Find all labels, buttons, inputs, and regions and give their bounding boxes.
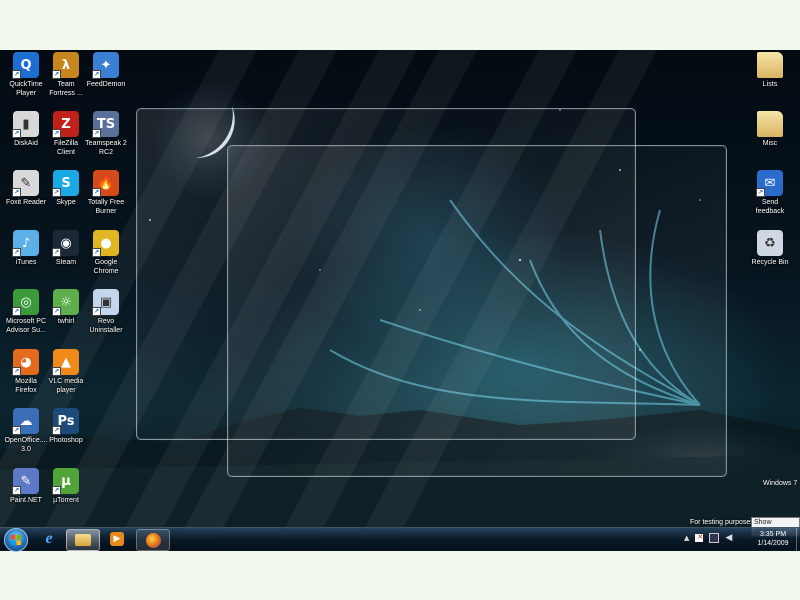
desktop-icon[interactable]: TS ↗ Teamspeak 2 RC2 <box>82 111 130 157</box>
desktop-icon-label: Send feedback <box>755 199 785 215</box>
photoshop-icon: Ps ↗ <box>52 408 79 435</box>
desktop-icon-label: Photoshop <box>49 437 83 444</box>
shortcut-arrow-icon: ↗ <box>12 486 21 495</box>
itunes-icon: ♪ ↗ <box>12 230 39 257</box>
desktop-icon[interactable]: ✉ ↗ Send feedback <box>746 170 794 216</box>
vlc-icon: ▲ ↗ <box>52 349 79 376</box>
openoffice-icon: ☁ ↗ <box>12 408 39 435</box>
desktop-icon[interactable]: ▲ ↗ VLC media player <box>42 349 90 395</box>
shortcut-arrow-icon: ↗ <box>92 70 101 79</box>
skype-icon: S ↗ <box>52 170 79 197</box>
shortcut-arrow-icon: ↗ <box>12 129 21 138</box>
desktop-icon-label: Recycle Bin <box>751 259 789 266</box>
foxit-reader-icon: ✎ ↗ <box>12 170 39 197</box>
feeddemon-icon: ✦ ↗ <box>92 52 119 79</box>
taskbar-clock[interactable]: 3:35 PM 1/14/2009 <box>750 530 796 548</box>
network-icon[interactable] <box>709 533 720 543</box>
team-fortress-icon: λ ↗ <box>52 52 79 79</box>
shortcut-arrow-icon: ↗ <box>12 426 21 435</box>
shortcut-arrow-icon: ↗ <box>52 367 61 376</box>
send-feedback-icon: ✉ ↗ <box>756 170 783 197</box>
desktop[interactable]: Q ↗ QuickTime Player λ ↗ Team Fortress ... ✦ ↗ F… <box>0 50 800 550</box>
desktop-icon-label: Teamspeak 2 RC2 <box>85 140 127 156</box>
watermark-windows-version: Windows 7 <box>763 480 798 487</box>
explorer-icon <box>75 534 91 546</box>
windows-logo-icon <box>11 535 21 545</box>
revo-icon: ▣ ↗ <box>92 289 119 316</box>
clock-date: 1/14/2009 <box>757 540 789 547</box>
ie-icon: e <box>45 530 53 547</box>
watermark-testing: For testing purposes <box>690 519 754 526</box>
desktop-icon-label: µTorrent <box>53 497 79 504</box>
desktop-icon-label: Revo Uninstaller <box>89 318 123 334</box>
steam-icon: ◉ ↗ <box>52 230 79 257</box>
shortcut-arrow-icon: ↗ <box>52 248 61 257</box>
teamspeak-icon: TS ↗ <box>92 111 119 138</box>
shortcut-arrow-icon: ↗ <box>12 367 21 376</box>
start-button[interactable] <box>4 528 28 552</box>
shortcut-arrow-icon: ↗ <box>52 486 61 495</box>
shortcut-arrow-icon: ↗ <box>52 307 61 316</box>
desktop-icon[interactable]: µ ↗ µTorrent <box>42 468 90 506</box>
desktop-icon[interactable]: Lists <box>746 52 794 90</box>
shortcut-arrow-icon: ↗ <box>52 70 61 79</box>
desktop-icon-label: VLC media player <box>48 378 84 394</box>
system-tray: ▲ ✕ ◀ <box>684 533 732 543</box>
shortcut-arrow-icon: ↗ <box>92 248 101 257</box>
clock-time: 3:35 PM <box>759 531 787 538</box>
shortcut-arrow-icon: ↗ <box>12 188 21 197</box>
shortcut-arrow-icon: ↗ <box>52 129 61 138</box>
recycle-bin-icon: ♻ <box>757 230 783 256</box>
paintnet-icon: ✎ ↗ <box>12 468 39 495</box>
desktop-icon-label: FeedDemon <box>86 81 126 88</box>
taskbar-explorer-button[interactable] <box>66 529 100 551</box>
desktop-icon-label: Lists <box>762 81 778 88</box>
desktop-icon-label: Misc <box>762 140 778 147</box>
pc-advisor-icon: ◎ ↗ <box>12 289 39 316</box>
desktop-icon[interactable]: ● ↗ Google Chrome <box>82 230 130 276</box>
desktop-icon[interactable]: ▣ ↗ Revo Uninstaller <box>82 289 130 335</box>
shortcut-arrow-icon: ↗ <box>92 129 101 138</box>
show-hidden-icons-icon[interactable]: ▲ <box>684 534 689 542</box>
desktop-icon-label: Totally Free Burner <box>87 199 125 215</box>
folder-misc-icon <box>757 111 783 137</box>
utorrent-icon: µ ↗ <box>52 468 79 495</box>
show-desktop-button[interactable] <box>796 528 800 551</box>
shortcut-arrow-icon: ↗ <box>52 188 61 197</box>
action-center-icon[interactable]: ✕ <box>695 533 704 542</box>
firefox-icon <box>145 532 161 548</box>
folder-lists-icon <box>757 52 783 78</box>
desktop-icon[interactable]: Misc <box>746 111 794 149</box>
shortcut-arrow-icon: ↗ <box>92 307 101 316</box>
desktop-icon[interactable]: ♻ Recycle Bin <box>746 230 794 268</box>
twhirl-icon: ☼ ↗ <box>52 289 79 316</box>
taskbar-firefox-button[interactable] <box>136 529 170 551</box>
desktop-icon[interactable]: Ps ↗ Photoshop <box>42 408 90 446</box>
shortcut-arrow-icon: ↗ <box>92 188 101 197</box>
chrome-icon: ● ↗ <box>92 230 119 257</box>
desktop-icon[interactable]: ✦ ↗ FeedDemon <box>82 52 130 90</box>
taskbar: e ▶ ▲ ✕ ◀ 3:35 PM 1/14/2009 <box>0 527 800 552</box>
media-player-icon: ▶ <box>110 532 124 546</box>
taskbar-ie-button[interactable]: e <box>34 529 64 549</box>
filezilla-icon: Z ↗ <box>52 111 79 138</box>
shortcut-arrow-icon: ↗ <box>756 188 765 197</box>
shortcut-arrow-icon: ↗ <box>12 307 21 316</box>
desktop-icon-label: Google Chrome <box>93 259 119 275</box>
desktop-icon[interactable]: 🔥 ↗ Totally Free Burner <box>82 170 130 216</box>
aero-peek-window-outline-2 <box>227 145 727 477</box>
firefox-icon: ◕ ↗ <box>12 349 39 376</box>
shortcut-arrow-icon: ↗ <box>12 248 21 257</box>
burner-icon: 🔥 ↗ <box>92 170 119 197</box>
diskaid-icon: ▮ ↗ <box>12 111 39 138</box>
volume-icon[interactable]: ◀ <box>725 533 732 543</box>
shortcut-arrow-icon: ↗ <box>12 70 21 79</box>
quicktime-icon: Q ↗ <box>12 52 39 79</box>
taskbar-media-player-button[interactable]: ▶ <box>102 529 132 549</box>
shortcut-arrow-icon: ↗ <box>52 426 61 435</box>
